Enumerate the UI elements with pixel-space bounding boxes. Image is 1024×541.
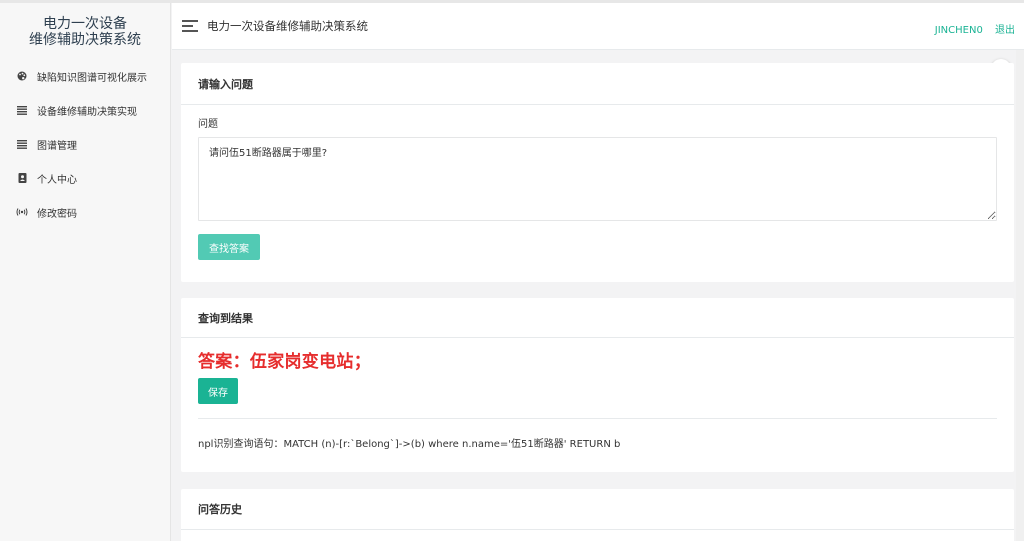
logout-link[interactable]: 退出	[995, 25, 1015, 36]
question-input-card: 请输入问题 问题 查找答案	[181, 63, 1014, 282]
sidebar-item-personal-center[interactable]: 个人中心	[0, 161, 170, 195]
brand: 电力一次设备 维修辅助决策系统	[0, 3, 170, 59]
find-answer-button[interactable]: 查找答案	[198, 234, 260, 260]
top-header: 电力一次设备维修辅助决策系统 JINCHEN0 退出	[172, 3, 1024, 50]
brand-line-2: 维修辅助决策系统	[29, 32, 141, 48]
question-card-title: 请输入问题	[181, 63, 1014, 105]
sidebar-item-label: 修改密码	[37, 208, 77, 220]
sidebar-nav: 缺陷知识图谱可视化展示 设备维修辅助决策实现 图谱管理 个人中心 修改密码	[0, 59, 170, 229]
result-card-title: 查询到结果	[181, 298, 1014, 338]
list-icon	[15, 105, 29, 115]
sidebar-item-label: 图谱管理	[37, 140, 77, 152]
brand-line-1: 电力一次设备	[43, 16, 127, 32]
sidebar: 电力一次设备 维修辅助决策系统 缺陷知识图谱可视化展示 设备维修辅助决策实现 图…	[0, 3, 171, 541]
sidebar-item-kg-visualization[interactable]: 缺陷知识图谱可视化展示	[0, 59, 170, 93]
question-field-label: 问题	[198, 119, 218, 130]
sidebar-item-label: 个人中心	[37, 174, 77, 186]
sidebar-item-change-password[interactable]: 修改密码	[0, 195, 170, 229]
broadcast-icon	[15, 208, 29, 216]
npl-query-statement: npl识别查询语句：MATCH (n)-[r:`Belong`]->(b) wh…	[198, 439, 621, 450]
address-book-icon	[15, 173, 29, 183]
page-title: 电力一次设备维修辅助决策系统	[207, 19, 368, 33]
query-result-card: 查询到结果 答案：伍家岗变电站； 保存 npl识别查询语句：MATCH (n)-…	[181, 298, 1014, 472]
header-user-area: JINCHEN0 退出	[935, 21, 1015, 36]
username-label: JINCHEN0	[934, 25, 983, 36]
sidebar-item-label: 缺陷知识图谱可视化展示	[37, 72, 147, 84]
sidebar-item-maintenance-decision[interactable]: 设备维修辅助决策实现	[0, 93, 170, 127]
qa-history-card: 问答历史	[181, 489, 1014, 541]
history-card-title: 问答历史	[181, 489, 1014, 530]
sidebar-item-graph-management[interactable]: 图谱管理	[0, 127, 170, 161]
result-divider	[198, 418, 997, 419]
answer-text: 答案：伍家岗变电站；	[198, 352, 371, 372]
scrollbar-track[interactable]	[1016, 50, 1024, 541]
sidebar-item-label: 设备维修辅助决策实现	[37, 106, 137, 118]
question-textarea[interactable]	[198, 137, 997, 221]
list-icon	[15, 139, 29, 149]
save-button[interactable]: 保存	[198, 378, 238, 404]
palette-icon	[15, 71, 29, 81]
hamburger-menu-icon[interactable]	[182, 20, 198, 32]
